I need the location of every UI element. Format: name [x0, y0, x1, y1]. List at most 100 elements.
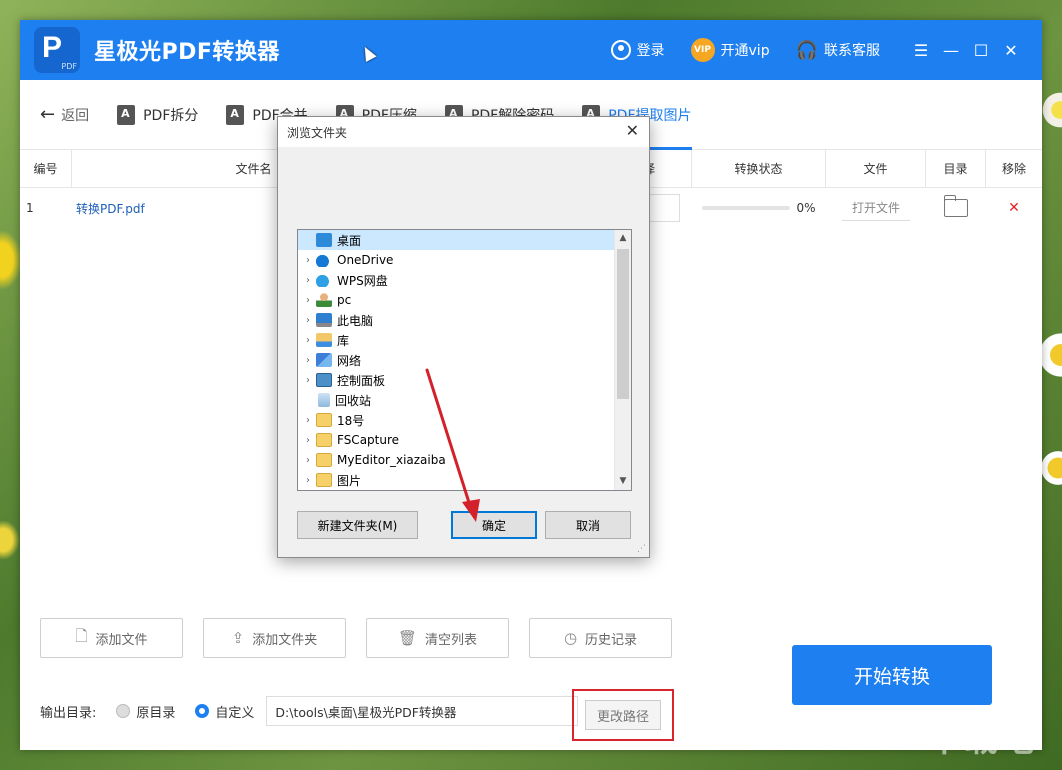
expand-chevron-icon[interactable]: › [300, 315, 316, 326]
header-remove: 移除 [1001, 162, 1026, 176]
output-path-field[interactable]: D:\tools\桌面\星极光PDF转换器 [266, 696, 579, 726]
back-arrow-icon: ← [40, 104, 56, 125]
tree-node[interactable]: › 库 [298, 330, 614, 350]
vip-button[interactable]: VIP 开通vip [690, 38, 770, 62]
output-label: 输出目录: [40, 705, 97, 721]
vip-label: 开通vip [720, 43, 770, 59]
radio-custom-dir[interactable] [195, 704, 210, 718]
radio-original-dir[interactable] [116, 704, 131, 718]
tree-node[interactable]: › 18号 [298, 410, 614, 430]
pdf-icon [117, 104, 136, 125]
wallpaper-flower [1040, 450, 1062, 486]
back-label: 返回 [61, 107, 90, 124]
network-icon [316, 353, 332, 367]
expand-chevron-icon[interactable]: › [300, 335, 316, 346]
expand-chevron-icon[interactable]: › [300, 295, 316, 306]
add-folder-button[interactable]: ⇪ 添加文件夹 [203, 618, 346, 658]
tree-node-label: 控制面板 [337, 373, 386, 388]
tree-node[interactable]: › 网络 [298, 350, 614, 370]
support-button[interactable]: 🎧 联系客服 [796, 40, 880, 61]
watermark-logo: 下载吧 [928, 720, 1036, 760]
scroll-down-icon[interactable]: ▼ [615, 473, 631, 490]
wallpaper-flower [0, 230, 22, 290]
tree-node-label: 网络 [337, 353, 362, 368]
change-path-button[interactable]: 更改路径 [585, 700, 661, 730]
tree-node[interactable]: › OneDrive [298, 250, 614, 270]
scroll-up-icon[interactable]: ▲ [615, 230, 631, 247]
computer-icon [316, 313, 332, 327]
expand-chevron-icon[interactable]: › [300, 435, 316, 446]
recycle-bin-icon [318, 393, 330, 407]
dialog-close-icon[interactable]: ✕ [626, 121, 639, 140]
control-panel-icon [316, 373, 332, 387]
add-file-icon: 🗋 [75, 626, 88, 645]
pdf-icon [226, 104, 245, 125]
minimize-icon[interactable]: — [936, 41, 966, 60]
tree-node-label: 回收站 [335, 393, 372, 408]
header-file: 文件 [826, 149, 926, 188]
start-convert-button[interactable]: 开始转换 [792, 645, 992, 705]
highlight-box: 更改路径 [572, 689, 674, 741]
tree-node-label: 此电脑 [337, 313, 374, 328]
close-icon[interactable]: ✕ [996, 41, 1026, 60]
login-label: 登录 [636, 43, 665, 59]
wps-cloud-icon [316, 273, 332, 287]
clear-list-button[interactable]: 🗑 清空列表 [366, 618, 509, 658]
login-button[interactable]: 登录 [610, 40, 665, 60]
tree-node[interactable]: › 此电脑 [298, 310, 614, 330]
tree-node-label: 图片 [337, 473, 362, 488]
expand-chevron-icon[interactable]: › [300, 255, 316, 266]
header-dir: 目录 [926, 149, 986, 188]
folder-icon[interactable] [943, 195, 968, 217]
history-button[interactable]: ◷ 历史记录 [529, 618, 672, 658]
wallpaper-flower [1040, 90, 1062, 130]
tree-node-label: MyEditor_xiazaiba [337, 453, 446, 467]
folder-icon [316, 433, 332, 447]
user-icon [610, 40, 631, 60]
expand-chevron-icon[interactable]: › [300, 355, 316, 366]
tree-node[interactable]: › MyEditor_xiazaiba [298, 450, 614, 470]
expand-chevron-icon[interactable]: › [300, 475, 316, 486]
onedrive-icon [316, 253, 332, 267]
tree-node[interactable]: 桌面 [298, 230, 614, 250]
header-status: 转换状态 [692, 149, 826, 188]
radio-original-label: 原目录 [136, 705, 176, 721]
tree-node[interactable]: › WPS网盘 [298, 270, 614, 290]
app-title: 星极光PDF转换器 [94, 40, 280, 65]
folder-tree[interactable]: 桌面 › OneDrive › WPS网盘 › pc › 此电脑 › 库 › 网络 › 控制面板 回收站 › 18… [297, 229, 632, 491]
menu-icon[interactable]: ☰ [906, 41, 936, 60]
clock-icon: ◷ [563, 629, 578, 647]
output-directory: 输出目录: 原目录 自定义 D:\tools\桌面\星极光PDF转换器 [40, 696, 579, 726]
tree-node[interactable]: › 控制面板 [298, 370, 614, 390]
browse-folder-dialog: 浏览文件夹 ✕ 桌面 › OneDrive › WPS网盘 › pc › 此电脑 › 库 › 网络 › 控制… [277, 116, 650, 558]
tree-node[interactable]: › 图片 [298, 470, 614, 490]
back-button[interactable]: ← 返回 [40, 80, 89, 150]
add-file-label: 添加文件 [95, 632, 148, 648]
tab-label: PDF拆分 [143, 107, 199, 124]
dialog-title-bar: 浏览文件夹 ✕ [278, 117, 649, 147]
header-no: 编号 [20, 149, 72, 188]
tree-node[interactable]: 回收站 [298, 390, 614, 410]
history-label: 历史记录 [585, 632, 638, 648]
cancel-button[interactable]: 取消 [545, 511, 631, 539]
tree-node[interactable]: › FSCapture [298, 430, 614, 450]
tab-pdf-split[interactable]: PDF拆分 [117, 80, 198, 150]
open-file-button[interactable]: 打开文件 [841, 195, 910, 221]
resize-grip-icon[interactable]: ⋰ [637, 544, 646, 554]
user-icon [316, 293, 332, 307]
tree-node[interactable]: › pc [298, 290, 614, 310]
expand-chevron-icon[interactable]: › [300, 375, 316, 386]
row-no: 1 [26, 201, 34, 215]
tree-scrollbar[interactable]: ▲ ▼ [614, 230, 631, 490]
add-file-button[interactable]: 🗋 添加文件 [40, 618, 183, 658]
tree-node-label: 18号 [337, 413, 365, 428]
clear-list-label: 清空列表 [425, 632, 478, 648]
scroll-thumb[interactable] [617, 249, 629, 399]
ok-button[interactable]: 确定 [451, 511, 537, 539]
expand-chevron-icon[interactable]: › [300, 275, 316, 286]
expand-chevron-icon[interactable]: › [300, 415, 316, 426]
maximize-icon[interactable]: ☐ [966, 41, 996, 60]
new-folder-button[interactable]: 新建文件夹(M) [297, 511, 418, 539]
remove-icon[interactable]: ✕ [986, 188, 1042, 228]
expand-chevron-icon[interactable]: › [300, 455, 316, 466]
